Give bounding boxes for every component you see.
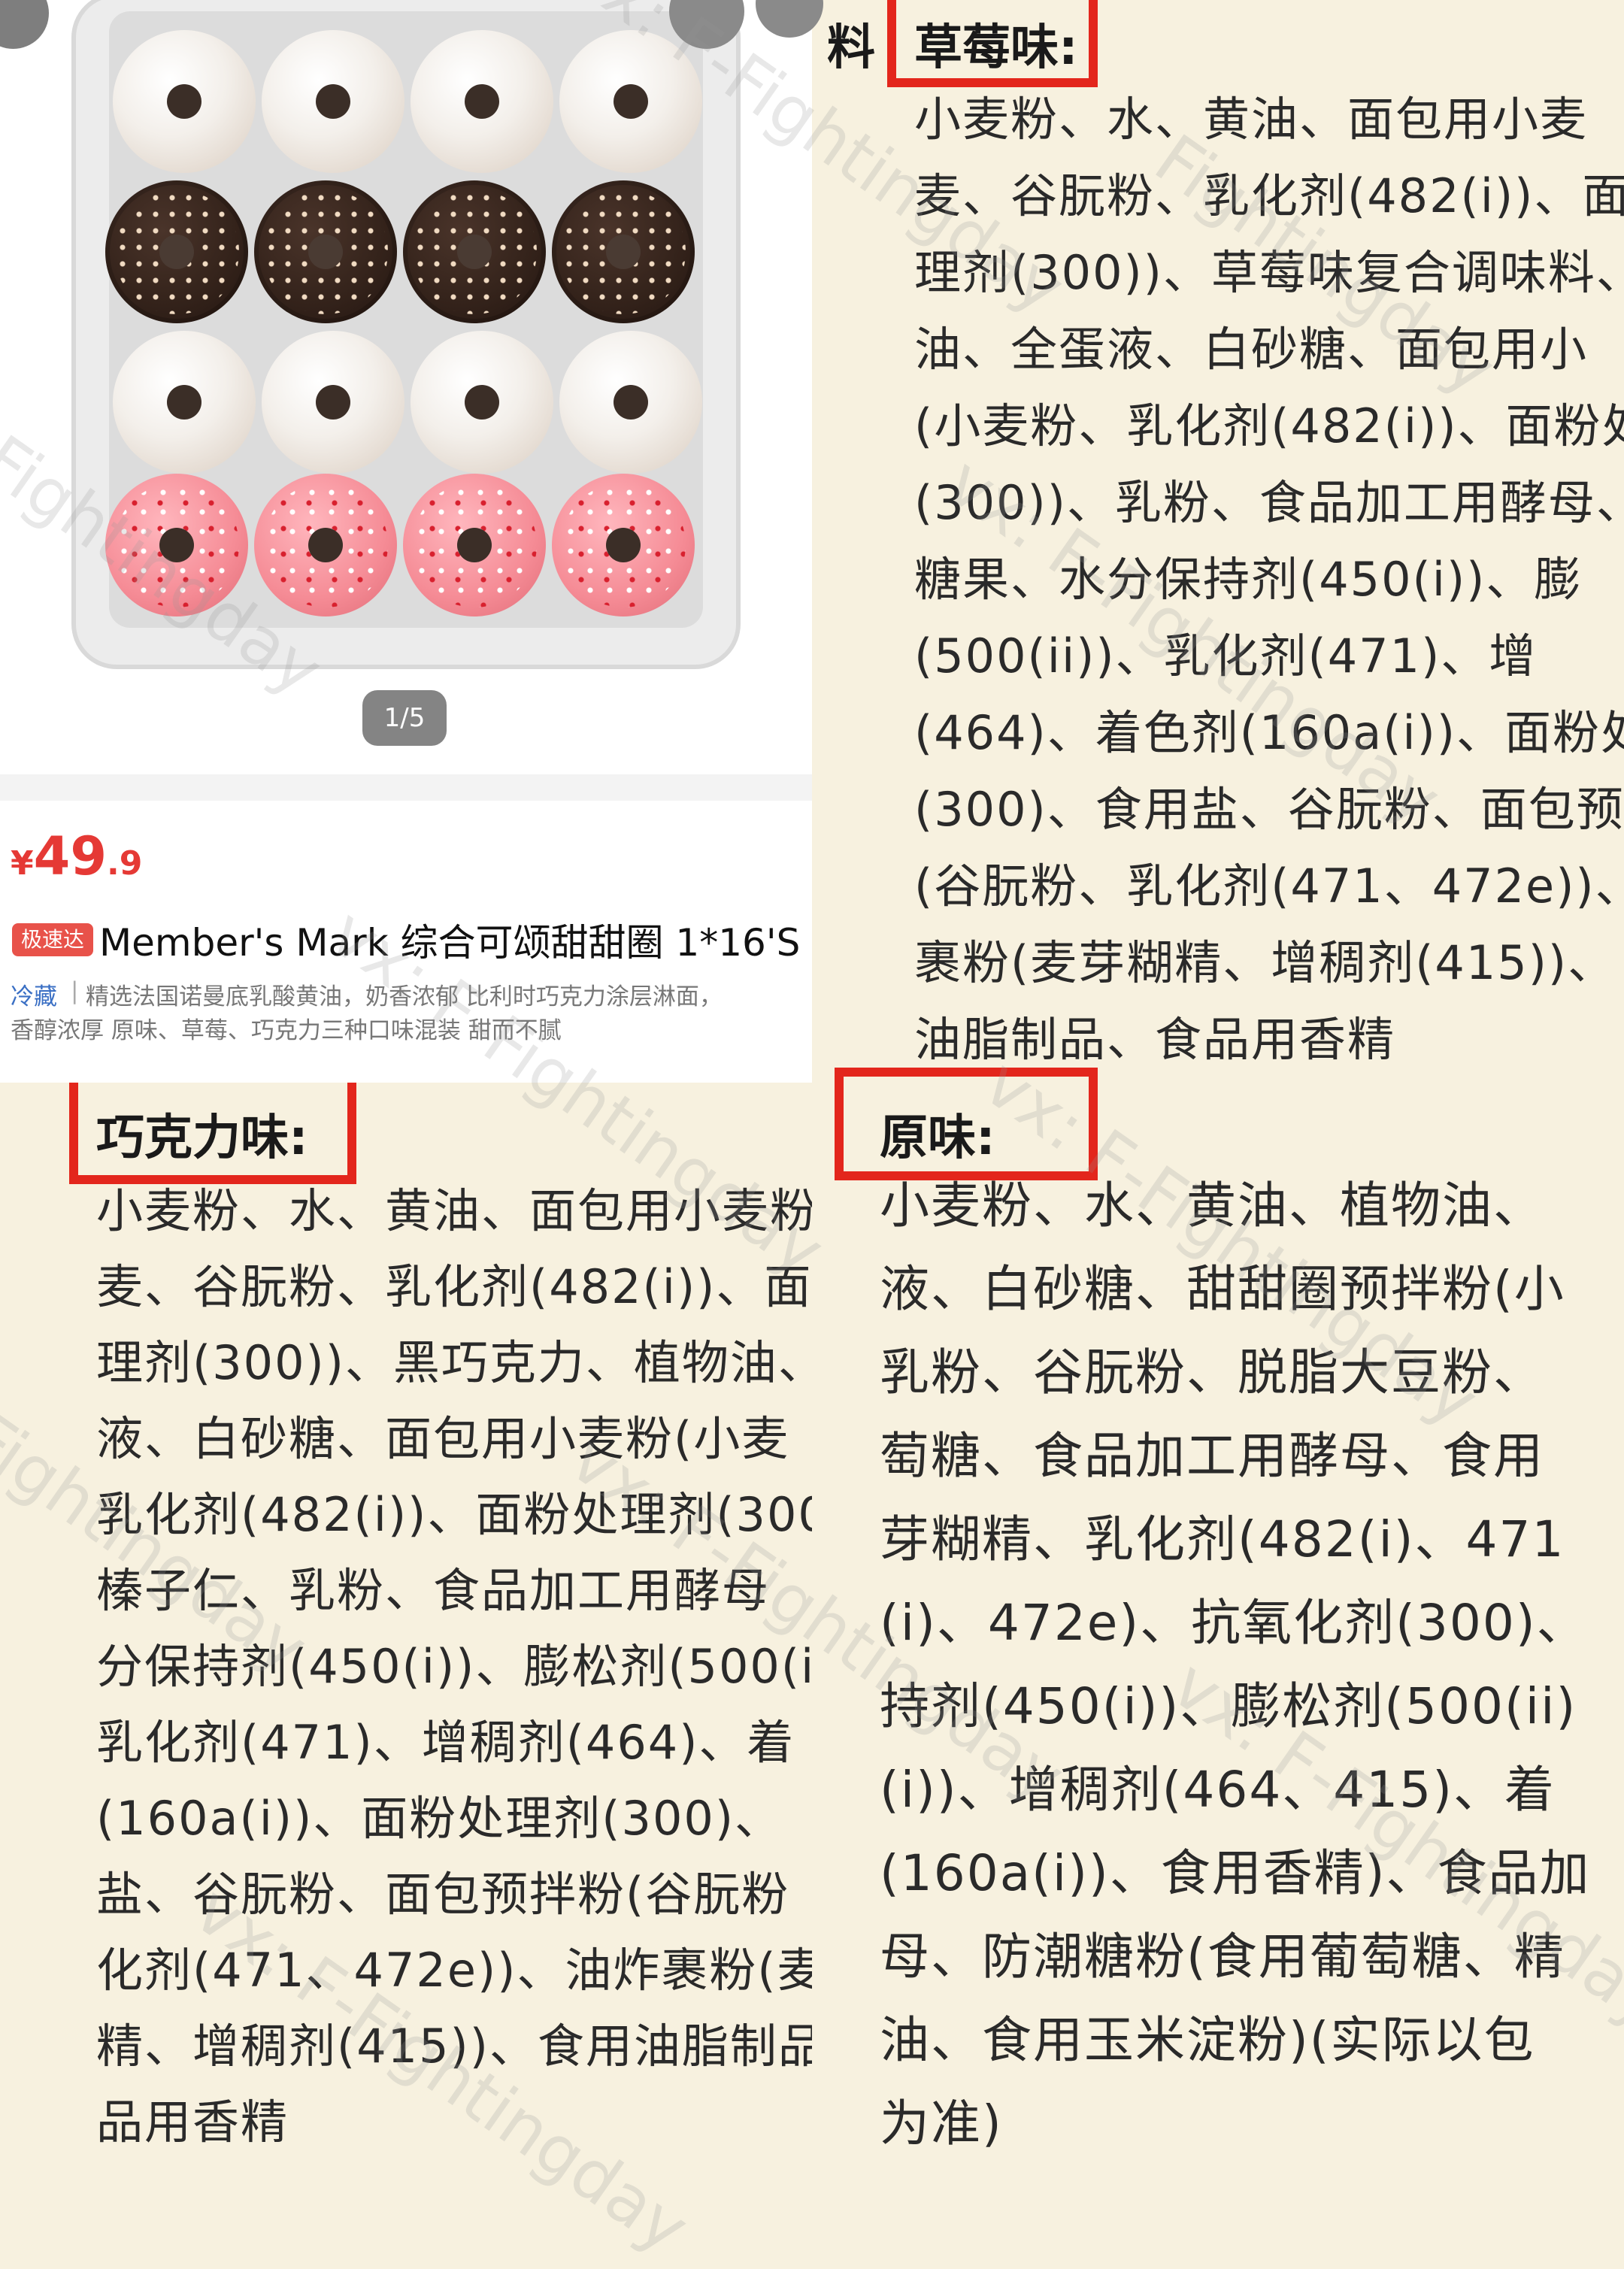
- donut: [262, 30, 404, 173]
- strawberry-ingredient-line: 油脂制品、食品用香精: [914, 1012, 1396, 1067]
- donut: [113, 30, 256, 173]
- donut: [552, 474, 695, 616]
- original-ingredient-line: 乳粉、谷朊粉、脱脂大豆粉、: [880, 1344, 1544, 1401]
- donut: [254, 180, 397, 323]
- strawberry-ingredient-line: 麦、谷朊粉、乳化剂(482(i))、面: [914, 168, 1624, 223]
- original-ingredient-line: 为准): [880, 2095, 1003, 2152]
- strawberry-ingredient-line: 小麦粉、水、黄油、面包用小麦: [914, 92, 1589, 147]
- donut: [105, 474, 248, 616]
- chocolate-ingredient-line: 理剂(300))、黑巧克力、植物油、: [96, 1335, 812, 1390]
- product-price: ¥49.9: [11, 826, 142, 887]
- chocolate-ingredient-line: 品用香精: [96, 2095, 289, 2149]
- strawberry-ingredient-line: (小麦粉、乳化剂(482(i))、面粉处: [914, 398, 1624, 453]
- donut: [411, 331, 553, 474]
- strawberry-ingredient-line: 理剂(300))、草莓味复合调味料、: [914, 245, 1624, 300]
- strawberry-highlight-box: [887, 0, 1098, 87]
- image-pager: 1/5: [362, 690, 447, 746]
- original-ingredient-line: (i)、472e)、抗氧化剂(300)、: [880, 1594, 1588, 1652]
- original-ingredient-line: (160a(i))、食用香精)、食品加: [880, 1844, 1591, 1902]
- tag-separator: |: [71, 977, 79, 1004]
- original-ingredients-panel: 原味: 小麦粉、水、黄油、植物油、 液、白砂糖、甜甜圈预拌粉(小 乳粉、谷朊粉、脱脂…: [812, 1068, 1624, 2165]
- original-ingredient-line: 芽糊精、乳化剂(482(i)、471: [880, 1510, 1565, 1568]
- strawberry-ingredient-line: (300)、食用盐、谷朊粉、面包预: [914, 782, 1624, 837]
- chocolate-ingredient-line: 化剂(471、472e))、油炸裹粉(麦: [96, 1943, 812, 1998]
- product-description-line: 香醇浓厚 原味、草莓、巧克力三种口味混装 甜而不腻: [11, 1017, 562, 1044]
- ingredients-prefix: 料: [827, 20, 875, 76]
- chocolate-ingredient-line: 榛子仁、乳粉、食品加工用酵母: [96, 1563, 771, 1618]
- donut: [113, 331, 256, 474]
- strawberry-ingredient-line: (500(ii))、乳化剂(471)、增: [914, 629, 1538, 683]
- chocolate-ingredient-line: 小麦粉、水、黄油、面包用小麦粉: [96, 1183, 812, 1238]
- chocolate-ingredient-line: (160a(i))、面粉处理剂(300)、: [96, 1791, 783, 1846]
- donut: [559, 30, 702, 173]
- chocolate-ingredient-line: 液、白砂糖、面包用小麦粉(小麦: [96, 1411, 790, 1466]
- original-ingredient-line: 持剂(450(i))、膨松剂(500(ii): [880, 1677, 1577, 1735]
- chocolate-ingredient-line: 乳化剂(471)、增稠剂(464)、着: [96, 1715, 795, 1770]
- price-decimal: .9: [107, 844, 143, 883]
- donut: [254, 474, 397, 616]
- product-description-line: 精选法国诺曼底乳酸黄油，奶香浓郁 比利时巧克力涂层淋面，: [86, 983, 723, 1010]
- strawberry-ingredients-panel: 料 草莓味: 小麦粉、水、黄油、面包用小麦 麦、谷朊粉、乳化剂(482(i))、面…: [812, 0, 1624, 1068]
- original-ingredient-line: 液、白砂糖、甜甜圈预拌粉(小: [880, 1260, 1565, 1318]
- price-currency: ¥: [11, 844, 34, 883]
- back-button[interactable]: [0, 0, 49, 49]
- strawberry-ingredient-line: (300))、乳粉、食品加工用酵母、: [914, 475, 1624, 530]
- chocolate-ingredient-line: 麦、谷朊粉、乳化剂(482(i))、面: [96, 1259, 812, 1314]
- original-ingredient-line: 油、食用玉米淀粉)(实际以包: [880, 2011, 1535, 2069]
- strawberry-ingredient-line: 糖果、水分保持剂(450(i))、膨: [914, 552, 1583, 607]
- express-badge: 极速达: [12, 923, 94, 956]
- donut: [403, 180, 546, 323]
- original-highlight-box: [835, 1068, 1098, 1180]
- chocolate-ingredient-line: 盐、谷朊粉、面包预拌粉(谷朊粉: [96, 1867, 790, 1922]
- strawberry-ingredient-line: (464)、着色剂(160a(i))、面粉处: [914, 705, 1624, 760]
- product-title: Member's Mark 综合可颂甜甜圈 1*16'S: [99, 921, 801, 965]
- donut: [262, 331, 404, 474]
- original-ingredient-line: 萄糖、食品加工用酵母、食用: [880, 1427, 1544, 1485]
- donut: [411, 30, 553, 173]
- chocolate-highlight-box: [69, 1083, 356, 1184]
- cold-storage-tag: 冷藏: [11, 983, 57, 1010]
- product-image-area[interactable]: 1/5: [0, 0, 823, 774]
- chocolate-ingredients-panel: 巧克力味: 小麦粉、水、黄油、面包用小麦粉 麦、谷朊粉、乳化剂(482(i))、面…: [0, 1083, 812, 2165]
- donut: [105, 180, 248, 323]
- divider: [0, 774, 812, 801]
- strawberry-ingredient-line: 油、全蛋液、白砂糖、面包用小: [914, 322, 1589, 377]
- donut: [403, 474, 546, 616]
- strawberry-ingredient-line: (谷朊粉、乳化剂(471、472e))、: [914, 859, 1624, 913]
- chocolate-ingredient-line: 精、增稠剂(415))、食用油脂制品: [96, 2019, 812, 2074]
- donut: [552, 180, 695, 323]
- donut: [559, 331, 702, 474]
- chocolate-ingredient-line: 分保持剂(450(i))、膨松剂(500(i: [96, 1639, 812, 1694]
- original-ingredient-line: 母、防潮糖粉(食用葡萄糖、精: [880, 1928, 1565, 1986]
- original-ingredient-line: (i))、增稠剂(464、415)、着: [880, 1761, 1556, 1819]
- original-ingredient-line: 小麦粉、水、黄油、植物油、: [880, 1177, 1544, 1234]
- chocolate-ingredient-line: 乳化剂(482(i))、面粉处理剂(300: [96, 1487, 812, 1542]
- strawberry-ingredient-line: 裹粉(麦芽糊精、增稠剂(415))、: [914, 935, 1616, 990]
- price-integer: 49: [33, 826, 108, 887]
